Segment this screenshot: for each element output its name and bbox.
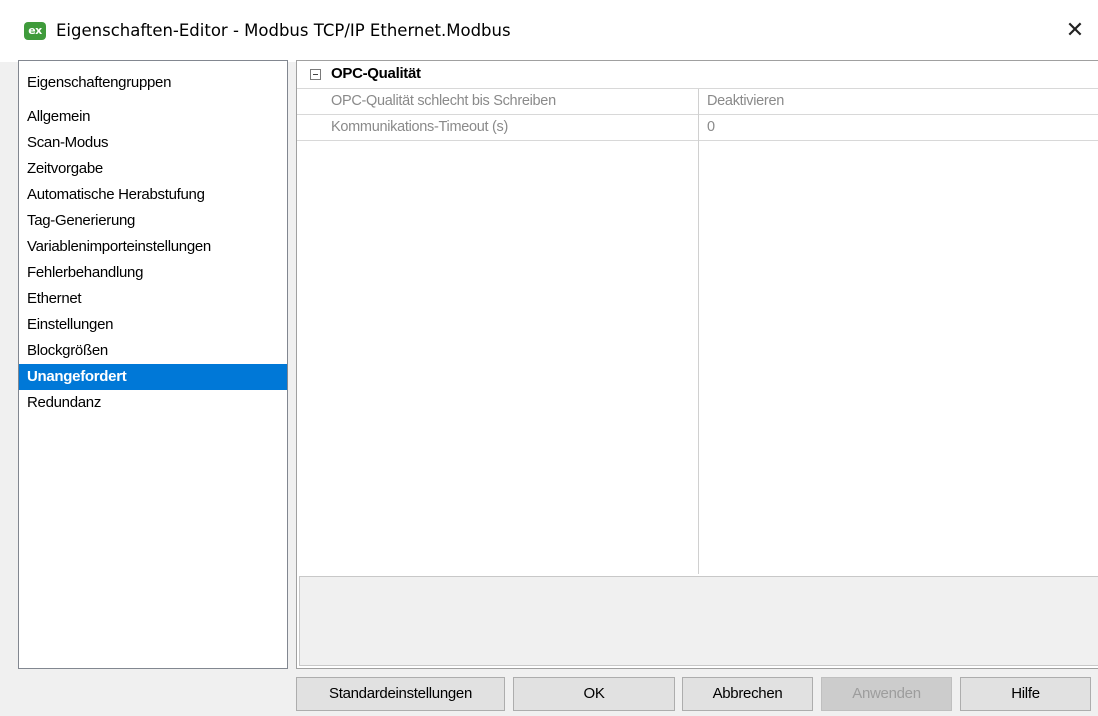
property-groups-list: Allgemein Scan-Modus Zeitvorgabe Automat… [19,104,287,416]
group-item-allgemein[interactable]: Allgemein [19,104,287,130]
app-icon: ex [24,22,46,40]
property-groups-panel: Eigenschaftengruppen Allgemein Scan-Modu… [18,60,288,669]
property-groups-header: Eigenschaftengruppen [27,74,172,91]
group-item-automatische-herabstufung[interactable]: Automatische Herabstufung [19,182,287,208]
collapse-icon[interactable] [310,69,321,80]
description-box [299,576,1098,666]
window-title: Eigenschaften-Editor - Modbus TCP/IP Eth… [56,21,511,40]
group-item-scan-modus[interactable]: Scan-Modus [19,130,287,156]
group-item-blockgroessen[interactable]: Blockgrößen [19,338,287,364]
group-item-variablenimporteinstellungen[interactable]: Variablenimporteinstellungen [19,234,287,260]
group-item-fehlerbehandlung[interactable]: Fehlerbehandlung [19,260,287,286]
title-bar: ex Eigenschaften-Editor - Modbus TCP/IP … [0,0,1098,62]
defaults-button[interactable]: Standardeinstellungen [296,677,505,711]
group-item-einstellungen[interactable]: Einstellungen [19,312,287,338]
group-item-tag-generierung[interactable]: Tag-Generierung [19,208,287,234]
category-label: OPC-Qualität [331,65,421,82]
group-item-unangefordert[interactable]: Unangefordert [19,364,287,390]
apply-button[interactable]: Anwenden [821,677,952,711]
column-divider[interactable] [698,89,699,574]
category-row[interactable]: OPC-Qualität [297,61,1098,89]
cancel-button[interactable]: Abbrechen [682,677,813,711]
property-name: OPC-Qualität schlecht bis Schreiben [331,93,556,109]
close-icon[interactable]: ✕ [1052,0,1098,62]
property-value[interactable]: 0 [707,115,715,140]
property-name: Kommunikations-Timeout (s) [331,119,508,135]
help-button[interactable]: Hilfe [960,677,1091,711]
ok-button[interactable]: OK [513,677,675,711]
property-value[interactable]: Deaktivieren [707,89,784,114]
group-item-zeitvorgabe[interactable]: Zeitvorgabe [19,156,287,182]
group-item-redundanz[interactable]: Redundanz [19,390,287,416]
group-item-ethernet[interactable]: Ethernet [19,286,287,312]
property-grid: OPC-Qualität OPC-Qualität schlecht bis S… [296,60,1098,669]
